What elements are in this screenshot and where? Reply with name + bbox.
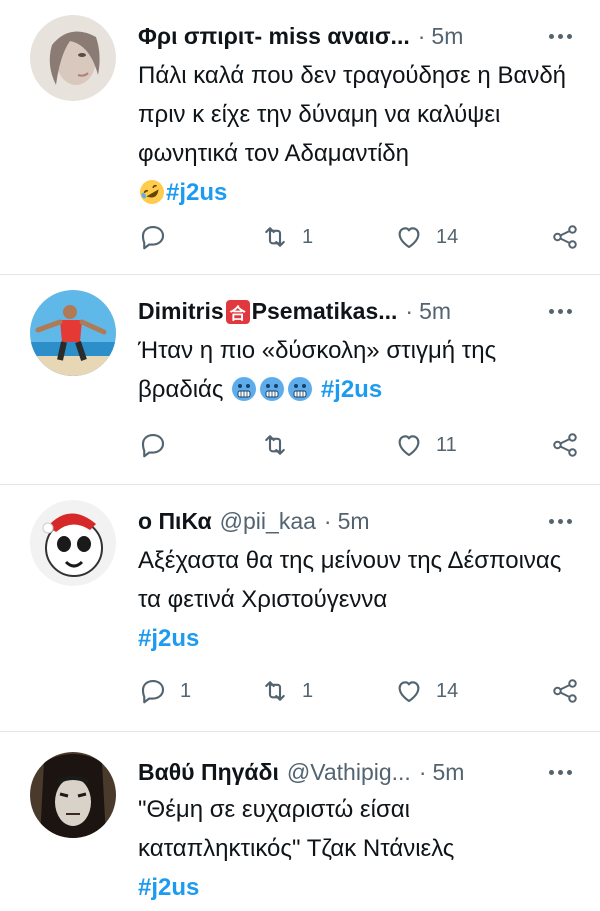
timestamp[interactable]: 5m <box>419 298 451 325</box>
tweet-body: Αξέχαστα θα της μείνουν της Δέσποινας τα… <box>138 547 562 613</box>
separator-dot: · <box>323 507 332 534</box>
like-count: 14 <box>436 225 459 248</box>
avatar[interactable] <box>30 500 116 586</box>
tweet-body: Πάλι καλά που δεν τραγούδησε η Βανδή πρι… <box>138 62 567 167</box>
heart-icon <box>398 435 420 457</box>
display-name[interactable]: Βαθύ Πηγάδι <box>138 759 279 786</box>
action-bar: 11 <box>138 425 580 465</box>
hashtag-link[interactable]: #j2us <box>138 874 199 901</box>
heart-icon <box>398 227 420 249</box>
share-icon <box>553 433 577 457</box>
cold-face-emoji-icon <box>286 375 314 403</box>
more-options-icon[interactable] <box>540 505 580 537</box>
user-handle[interactable]: @pii_kaa <box>220 508 316 535</box>
tweet[interactable]: Φρι σπιριτ- miss αναισ... · 5m Πάλι καλά… <box>0 0 600 275</box>
tweet-text: Αξέχαστα θα της μείνουν της Δέσποινας τα… <box>138 541 578 658</box>
display-name-part1: Dimitris <box>138 297 224 324</box>
timestamp[interactable]: 5m <box>431 23 463 50</box>
share-button[interactable] <box>550 222 580 252</box>
more-options-icon[interactable] <box>540 756 580 788</box>
separator-dot: · <box>417 22 426 49</box>
retweet-icon <box>265 227 285 247</box>
cold-face-emoji-icon <box>258 375 286 403</box>
user-handle[interactable]: @Vathipig... <box>287 759 411 786</box>
cold-face-emoji-icon <box>230 375 258 403</box>
display-name[interactable]: Φρι σπιριτ- miss αναισ... <box>138 23 410 50</box>
tweet[interactable]: Dimitris 合 Psematikas... · 5m Ήταν η πιο «… <box>0 275 600 485</box>
avatar[interactable] <box>30 290 116 376</box>
tweet-body: Ήταν η πιο «δύσκολη» στιγμή της βραδιάς <box>138 337 497 403</box>
avatar[interactable] <box>30 752 116 838</box>
tweet-feed: Φρι σπιριτ- miss αναισ... · 5m Πάλι καλά… <box>0 0 600 911</box>
retweet-count: 1 <box>302 225 314 248</box>
rolling-on-floor-laughing-emoji-icon <box>138 178 166 206</box>
separator-dot: · <box>418 758 427 785</box>
retweet-button[interactable] <box>260 430 290 460</box>
avatar[interactable] <box>30 15 116 101</box>
like-button[interactable]: 14 <box>394 676 458 706</box>
separator-dot: · <box>405 297 414 324</box>
action-bar: 1 14 <box>138 217 580 257</box>
hashtag-link[interactable]: #j2us <box>321 376 382 403</box>
reply-icon <box>141 433 165 458</box>
reply-count: 1 <box>180 679 192 702</box>
tweet[interactable]: Βαθύ Πηγάδι @Vathipig... · 5m "Θέμη σε ε… <box>0 732 600 911</box>
retweet-icon <box>265 435 285 455</box>
like-count: 14 <box>436 679 459 702</box>
share-button[interactable] <box>550 676 580 706</box>
tweet-text: Ήταν η πιο «δύσκολη» στιγμή της βραδιάς … <box>138 331 578 409</box>
heart-icon <box>398 681 420 703</box>
retweet-button[interactable]: 1 <box>260 676 313 706</box>
tweet-text: Πάλι καλά που δεν τραγούδησε η Βανδή πρι… <box>138 56 578 212</box>
retweet-button[interactable]: 1 <box>260 222 313 252</box>
more-options-icon[interactable] <box>540 20 580 52</box>
red-badge-emoji-icon: 合 <box>225 300 250 325</box>
hashtag-link[interactable]: #j2us <box>166 179 227 206</box>
retweet-icon <box>265 681 285 701</box>
reply-icon <box>141 679 165 704</box>
reply-button[interactable] <box>138 430 168 460</box>
display-name[interactable]: ο ΠιΚα <box>138 508 212 535</box>
tweet-body: "Θέμη σε ευχαριστώ είσαι καταπληκτικός" … <box>138 796 455 862</box>
retweet-count: 1 <box>302 679 314 702</box>
share-icon <box>553 225 577 249</box>
share-icon <box>553 679 577 703</box>
display-name[interactable]: Dimitris 合 Psematikas... <box>138 298 397 325</box>
reply-button[interactable]: 1 <box>138 676 191 706</box>
share-button[interactable] <box>550 430 580 460</box>
timestamp[interactable]: 5m <box>433 759 465 786</box>
tweet-text: "Θέμη σε ευχαριστώ είσαι καταπληκτικός" … <box>138 790 578 907</box>
reply-button[interactable] <box>138 222 168 252</box>
reply-icon <box>141 225 165 250</box>
tweet[interactable]: ο ΠιΚα @pii_kaa · 5m Αξέχαστα θα της μεί… <box>0 485 600 732</box>
action-bar: 1 1 14 <box>138 671 580 711</box>
like-button[interactable]: 14 <box>394 222 458 252</box>
more-options-icon[interactable] <box>540 295 580 327</box>
timestamp[interactable]: 5m <box>338 508 370 535</box>
like-button[interactable]: 11 <box>394 430 457 460</box>
hashtag-link[interactable]: #j2us <box>138 625 199 652</box>
display-name-part2: Psematikas... <box>251 297 398 324</box>
like-count: 11 <box>436 433 457 456</box>
